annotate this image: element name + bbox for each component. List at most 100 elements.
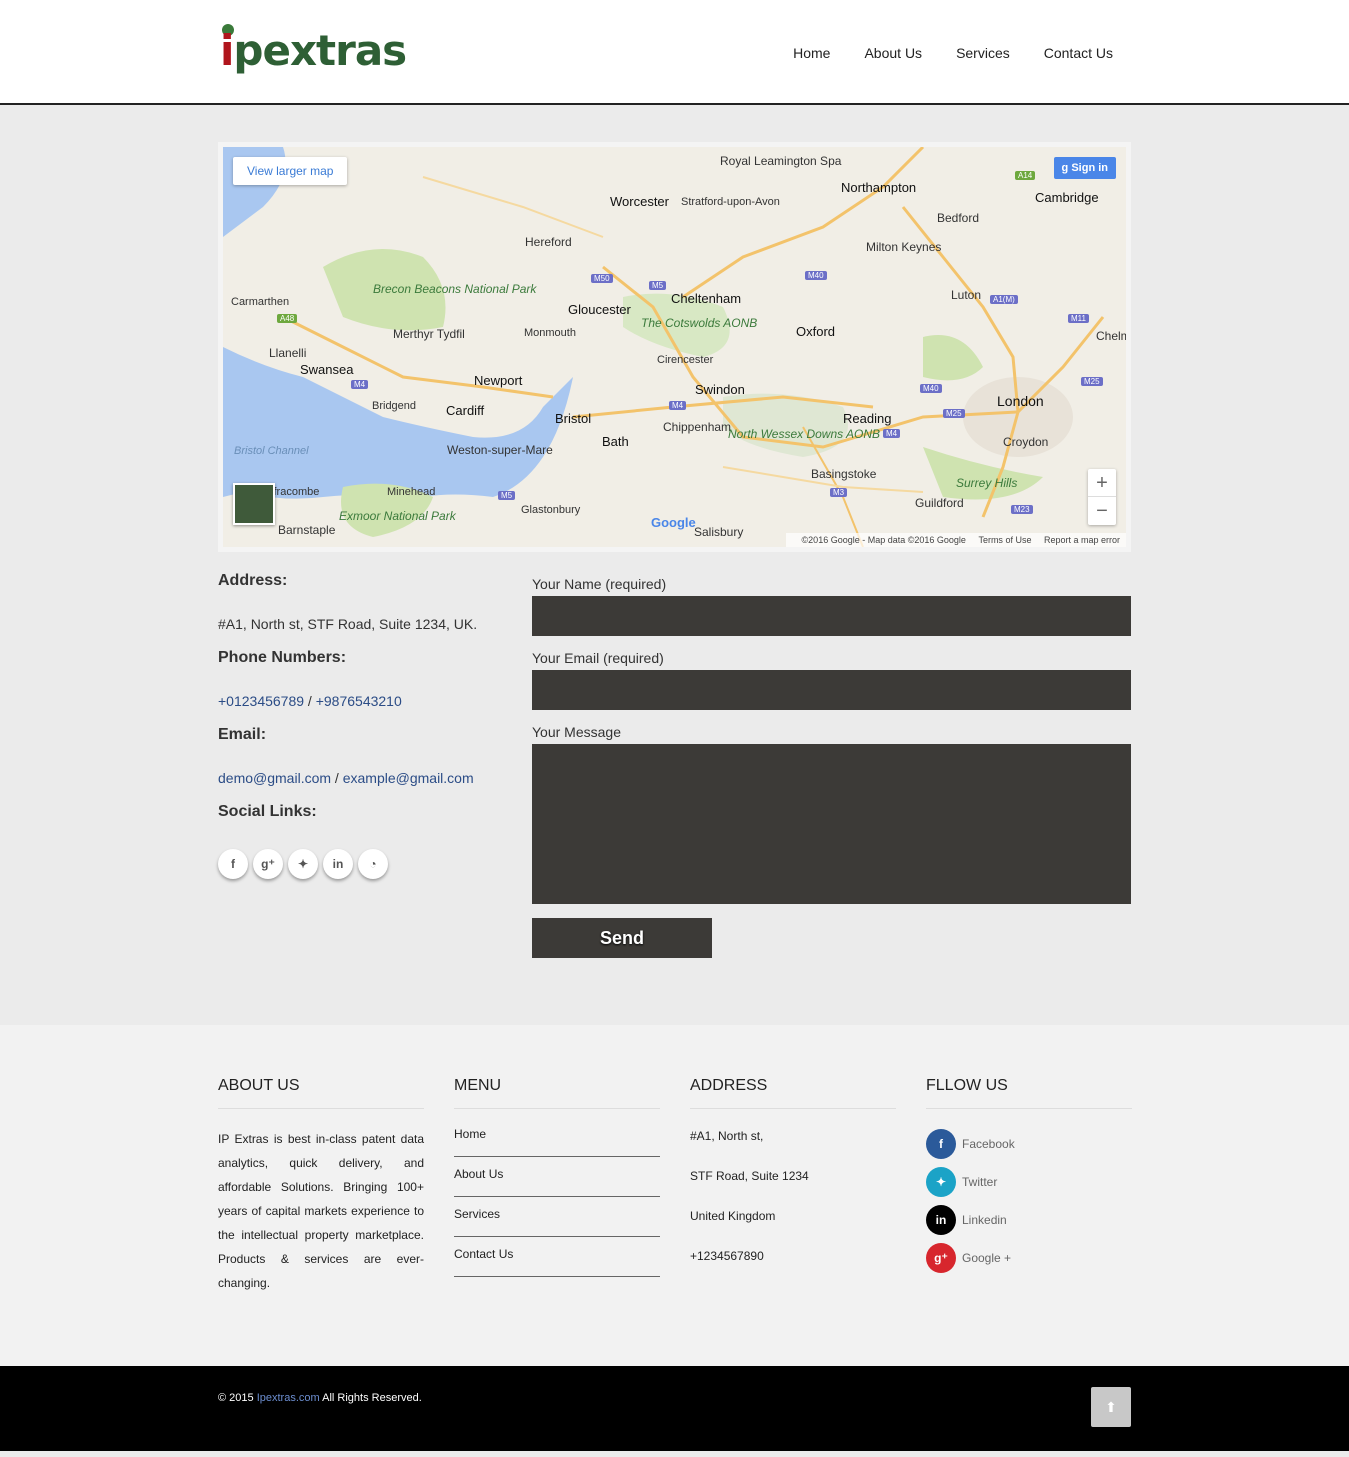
- map-zoom-controls: + −: [1088, 469, 1116, 525]
- satellite-toggle-button[interactable]: [233, 483, 275, 525]
- map-label: Cirencester: [657, 354, 714, 366]
- footer-address-line: #A1, North st,: [690, 1129, 764, 1143]
- send-button[interactable]: Send: [532, 918, 712, 958]
- footer-address-line: United Kingdom: [690, 1209, 776, 1223]
- google-g-icon: g: [1061, 162, 1072, 174]
- map-label-park: North Wessex Downs AONB: [728, 427, 881, 441]
- rss-icon[interactable]: ◔: [358, 849, 388, 879]
- map-attribution: ©2016 Google - Map data ©2016 Google Ter…: [785, 533, 1126, 547]
- road-sign: M50: [591, 274, 613, 283]
- map-label-park: Exmoor National Park: [339, 509, 456, 523]
- facebook-icon: f: [926, 1129, 956, 1159]
- footer-address-heading: ADDRESS: [690, 1077, 896, 1109]
- twitter-icon: ✦: [926, 1167, 956, 1197]
- map-label: Monmouth: [524, 327, 576, 339]
- email-link-1[interactable]: demo@gmail.com: [218, 770, 331, 786]
- follow-linkedin[interactable]: in Linkedin: [926, 1201, 1132, 1239]
- road-sign: M4: [351, 380, 369, 389]
- road-sign: M5: [498, 491, 516, 500]
- email-link-2[interactable]: example@gmail.com: [343, 770, 474, 786]
- follow-facebook[interactable]: f Facebook: [926, 1125, 1132, 1163]
- map-label: Basingstoke: [811, 467, 877, 481]
- phone-numbers: +0123456789 / +9876543210: [218, 693, 402, 709]
- nav-services[interactable]: Services: [956, 45, 1010, 61]
- map-label: Newport: [474, 373, 523, 388]
- map-label: Milton Keynes: [866, 240, 942, 254]
- footer-menu-services[interactable]: Services: [454, 1197, 660, 1237]
- nav-about-us[interactable]: About Us: [864, 45, 922, 61]
- map-label: Barnstaple: [278, 523, 336, 537]
- twitter-icon[interactable]: ✦: [288, 849, 318, 879]
- map-sign-in-button[interactable]: g Sign in: [1053, 157, 1116, 179]
- road-sign: M40: [805, 271, 827, 280]
- google-plus-icon[interactable]: g⁺: [253, 849, 283, 879]
- footer-about-text: IP Extras is best in-class patent data a…: [218, 1132, 424, 1290]
- map-label: Carmarthen: [231, 296, 290, 308]
- linkedin-icon[interactable]: in: [323, 849, 353, 879]
- road-sign: A1(M): [990, 295, 1018, 304]
- map-label: Ilfracombe: [268, 486, 320, 498]
- nav-home[interactable]: Home: [793, 45, 830, 61]
- facebook-icon[interactable]: f: [218, 849, 248, 879]
- phone-link-2[interactable]: +9876543210: [316, 693, 402, 709]
- contact-form: Your Name (required) Your Email (require…: [532, 576, 1131, 958]
- back-to-top-button[interactable]: ⬆: [1091, 1387, 1131, 1427]
- map-label: Guildford: [915, 496, 964, 510]
- contact-info: Address: #A1, North st, STF Road, Suite …: [218, 572, 508, 879]
- email-label: Your Email (required): [532, 650, 664, 666]
- footer-about: ABOUT US IP Extras is best in-class pate…: [218, 1077, 424, 1295]
- zoom-out-button[interactable]: −: [1088, 497, 1116, 525]
- map-label-park: The Cotswolds AONB: [641, 316, 758, 330]
- map-label: Worcester: [610, 194, 669, 209]
- road-sign: M25: [1081, 377, 1103, 386]
- google-logo: Google: [651, 515, 696, 530]
- social-links: f g⁺ ✦ in ◔: [218, 849, 508, 879]
- bottom-bar: © 2015 Ipextras.com All Rights Reserved.…: [0, 1366, 1349, 1451]
- map-frame: Royal Leamington Spa Northampton Worcest…: [218, 142, 1131, 552]
- road-sign: A14: [1015, 171, 1036, 180]
- footer-about-heading: ABOUT US: [218, 1077, 424, 1109]
- arrow-up-icon: ⬆: [1105, 1399, 1117, 1415]
- footer-phone: +1234567890: [690, 1249, 764, 1263]
- logo-text: ipextras: [220, 26, 407, 75]
- footer-menu-home[interactable]: Home: [454, 1117, 660, 1157]
- report-map-error-link[interactable]: Report a map error: [1044, 535, 1120, 545]
- road-sign: M40: [920, 384, 942, 393]
- nav-contact-us[interactable]: Contact Us: [1044, 45, 1113, 61]
- follow-twitter[interactable]: ✦ Twitter: [926, 1163, 1132, 1201]
- map-label: Chippenham: [663, 420, 732, 434]
- message-textarea[interactable]: [532, 744, 1131, 904]
- map-label: Luton: [951, 288, 982, 302]
- email-addresses: demo@gmail.com / example@gmail.com: [218, 770, 474, 786]
- map-label: Cheltenham: [671, 291, 742, 306]
- site-header: ipextras Home About Us Services Contact …: [0, 0, 1349, 105]
- terms-of-use-link[interactable]: Terms of Use: [978, 535, 1031, 545]
- footer-menu-about-us[interactable]: About Us: [454, 1157, 660, 1197]
- google-map[interactable]: Royal Leamington Spa Northampton Worcest…: [223, 147, 1126, 547]
- map-label: Cambridge: [1035, 190, 1099, 205]
- footer-follow-heading: FLLOW US: [926, 1077, 1132, 1109]
- view-larger-map-button[interactable]: View larger map: [233, 157, 348, 185]
- phone-heading: Phone Numbers:: [218, 649, 347, 666]
- phone-link-1[interactable]: +0123456789: [218, 693, 304, 709]
- map-label: Royal Leamington Spa: [720, 154, 842, 168]
- map-label: Minehead: [387, 486, 436, 498]
- copyright: © 2015 Ipextras.com All Rights Reserved.: [218, 1392, 422, 1404]
- footer-menu-contact-us[interactable]: Contact Us: [454, 1237, 660, 1277]
- map-label: Bridgend: [372, 400, 417, 412]
- map-label: Croydon: [1003, 435, 1049, 449]
- map-label: Bedford: [937, 211, 980, 225]
- footer-menu-heading: MENU: [454, 1077, 660, 1109]
- email-input[interactable]: [532, 670, 1131, 710]
- follow-google-plus[interactable]: g⁺ Google +: [926, 1239, 1132, 1277]
- road-sign: M5: [649, 281, 667, 290]
- map-label: Reading: [843, 411, 892, 426]
- map-label: Cardiff: [446, 403, 485, 418]
- email-heading: Email:: [218, 726, 267, 743]
- address-text: #A1, North st, STF Road, Suite 1234, UK.: [218, 616, 478, 632]
- zoom-in-button[interactable]: +: [1088, 469, 1116, 497]
- site-logo[interactable]: ipextras: [220, 22, 407, 82]
- copyright-link[interactable]: Ipextras.com: [257, 1392, 320, 1404]
- name-input[interactable]: [532, 596, 1131, 636]
- road-sign: M25: [943, 409, 965, 418]
